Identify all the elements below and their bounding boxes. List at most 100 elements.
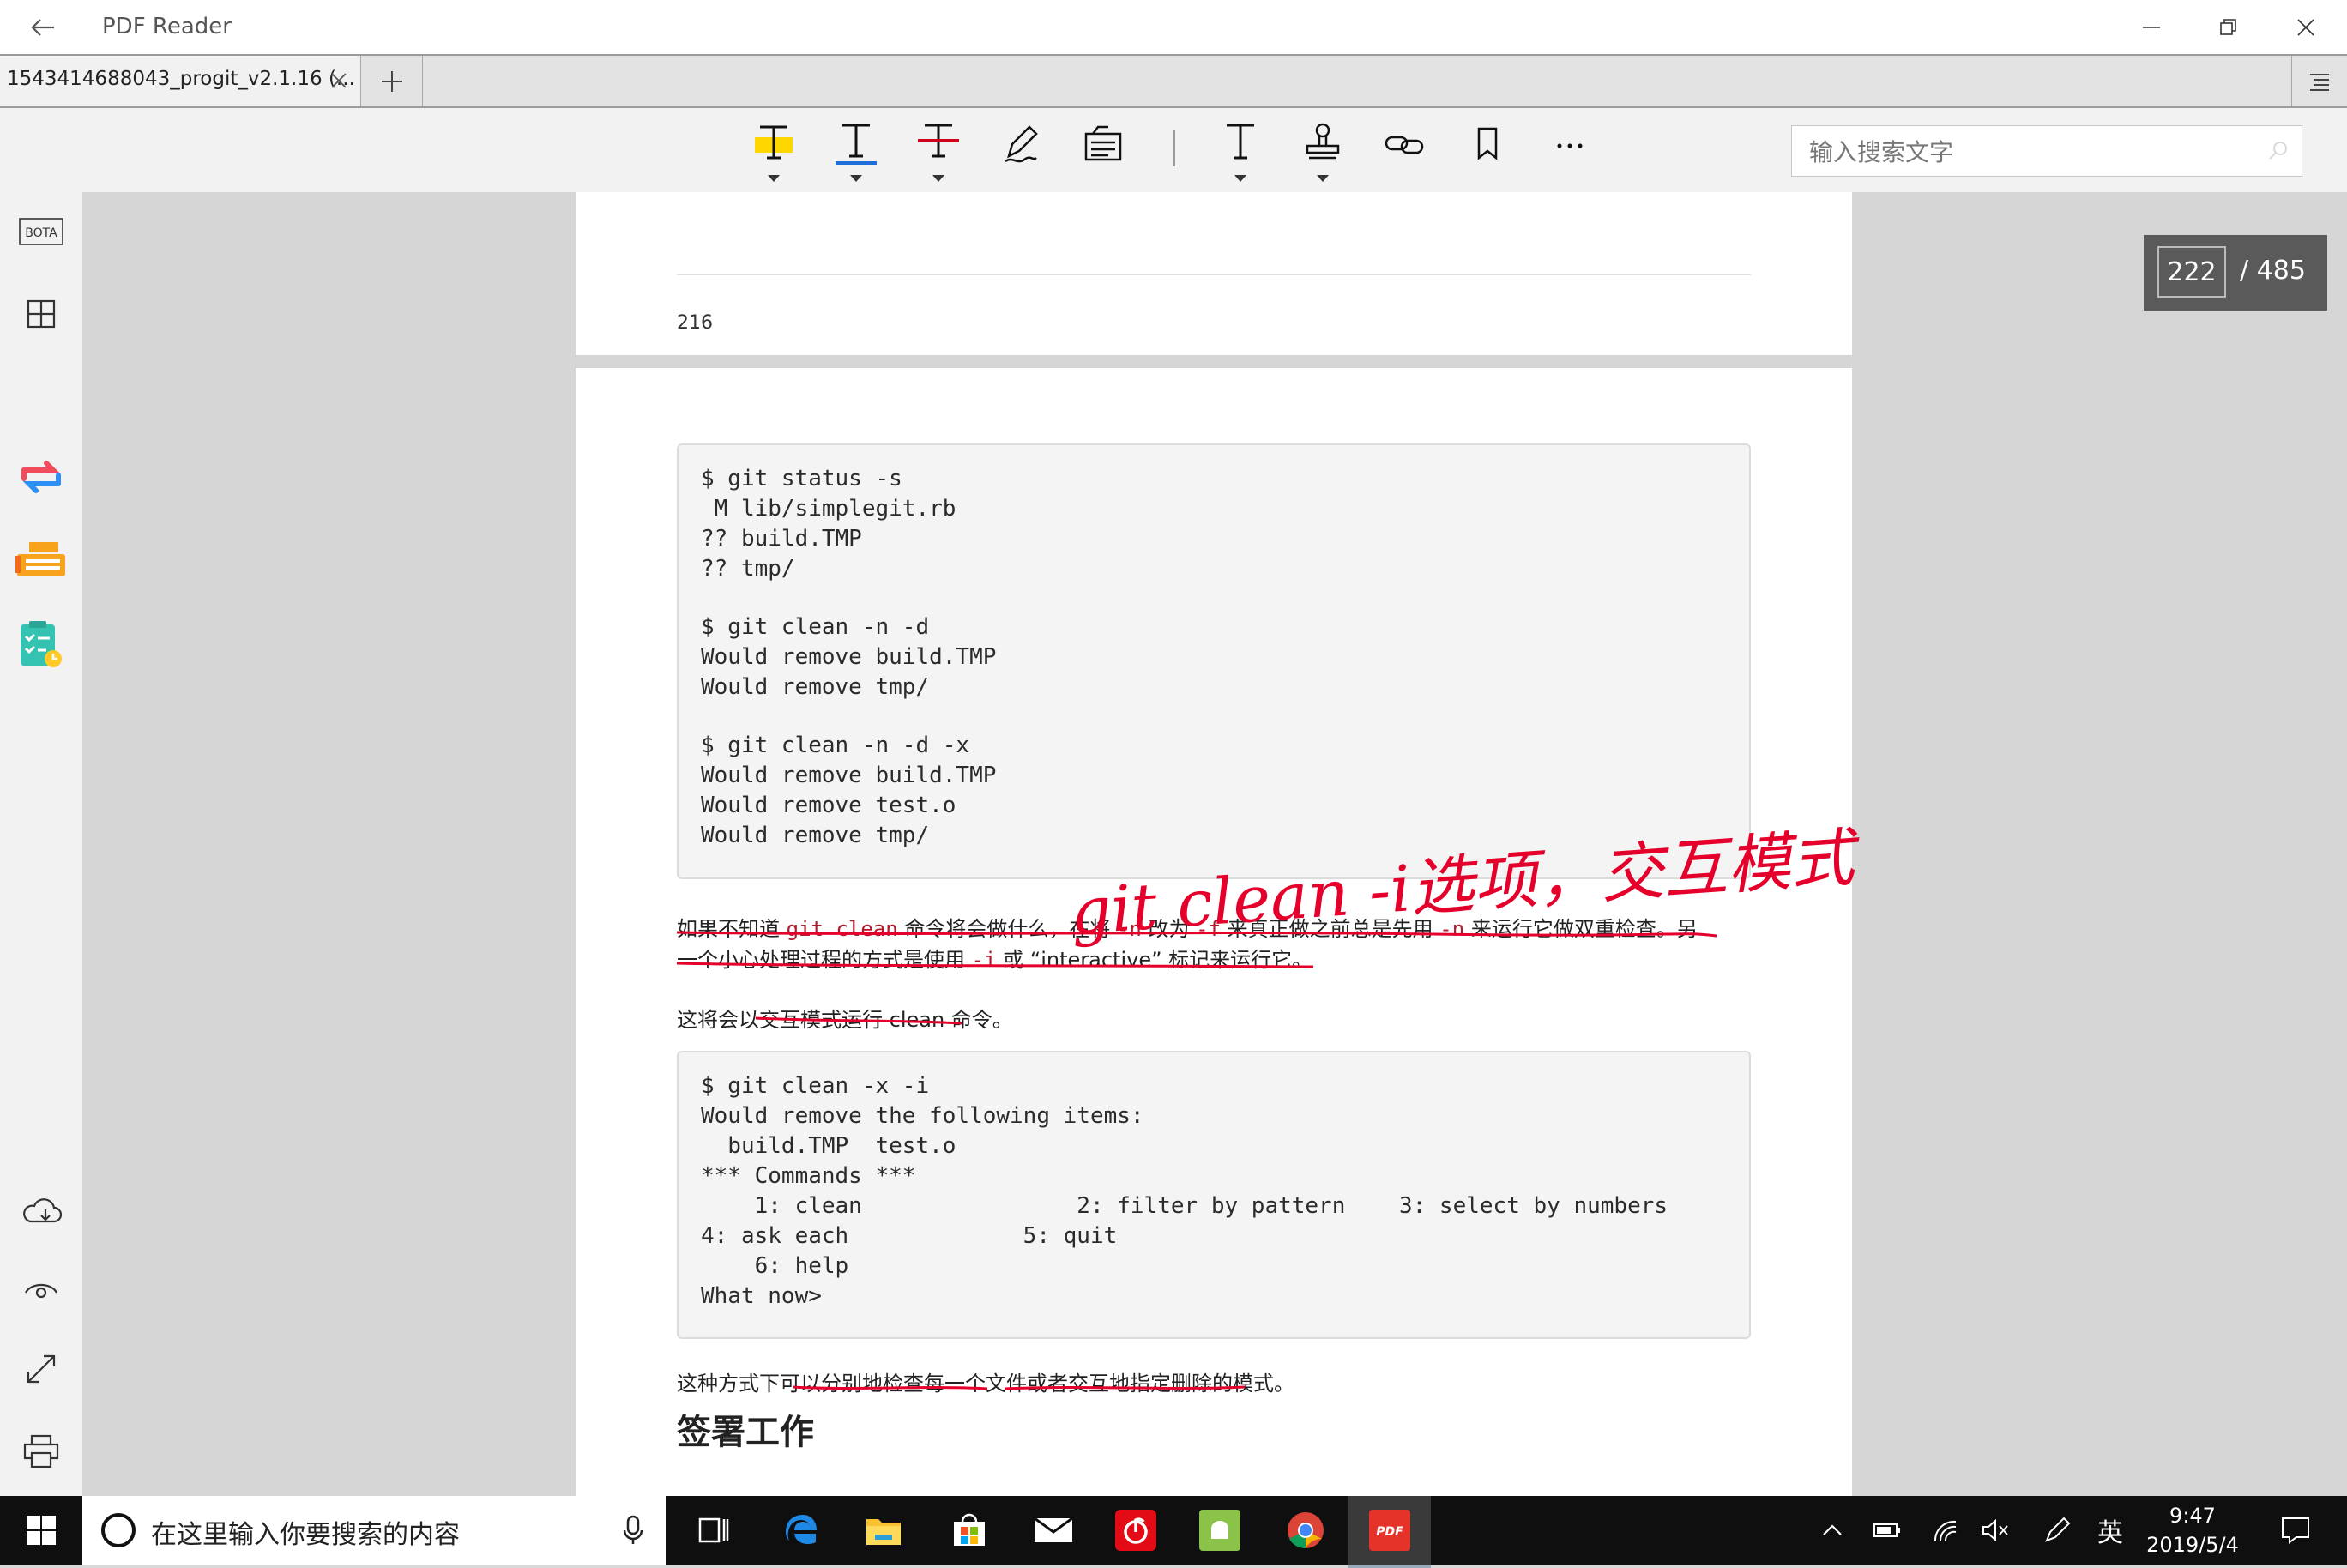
mail-app[interactable] (1012, 1496, 1095, 1565)
chevron-down-icon[interactable] (850, 175, 862, 182)
code-line: Would remove test.o (701, 793, 956, 818)
edge-app[interactable] (760, 1496, 842, 1565)
tab-document[interactable]: 1543414688043_progit_v2.1.16 (... (0, 56, 361, 106)
task-view-button[interactable] (673, 1496, 755, 1565)
page-number-input[interactable] (2157, 246, 2226, 298)
android-icon (1199, 1510, 1240, 1551)
more-icon (1557, 143, 1583, 148)
code-line: 6: help (701, 1253, 849, 1279)
minimize-icon (2143, 26, 2160, 28)
chevron-down-icon[interactable] (768, 175, 780, 182)
store-app[interactable] (928, 1496, 1011, 1565)
cloud-icon (23, 1198, 63, 1223)
pen-workspace-button[interactable] (2036, 1496, 2078, 1565)
taskbar-search[interactable]: 在这里输入你要搜索的内容 (82, 1496, 666, 1565)
netease-music-app[interactable] (1095, 1496, 1177, 1565)
note-tool[interactable] (1072, 115, 1134, 184)
file-explorer-app[interactable] (842, 1496, 925, 1565)
close-window-button[interactable] (2266, 0, 2345, 54)
tab-list-button[interactable] (2291, 56, 2347, 106)
battery-icon (1873, 1523, 1900, 1537)
bookmark-tool[interactable] (1457, 115, 1518, 184)
strikeout-tool[interactable] (908, 115, 969, 184)
code-line: 1: clean 2: filter by pattern 3: select … (701, 1193, 1668, 1219)
plus-icon (382, 70, 402, 92)
minimize-button[interactable] (2112, 0, 2191, 54)
cloud-button[interactable] (12, 1184, 70, 1239)
close-icon (331, 73, 347, 88)
pdf-reader-app[interactable]: PDF (1348, 1496, 1431, 1568)
fax-button[interactable] (12, 534, 70, 588)
fax-icon (15, 542, 65, 576)
code-line: ?? build.TMP (701, 526, 862, 552)
pen-tool[interactable] (990, 115, 1052, 184)
underline-tool[interactable] (825, 115, 887, 184)
print-button[interactable] (12, 1424, 70, 1479)
network-button[interactable] (1925, 1496, 1966, 1565)
paragraph: 这将会以交互模式运行 clean 命令。 (677, 1008, 1013, 1032)
page-footer-number: 216 (677, 312, 713, 334)
clock-date: 2019/5/4 (2146, 1533, 2239, 1557)
new-tab-button[interactable] (362, 56, 423, 106)
tab-document-label: 1543414688043_progit_v2.1.16 (... (7, 68, 355, 90)
page-counter: / 485 (2144, 235, 2327, 311)
pdf-reader-icon: PDF (1369, 1510, 1410, 1551)
close-icon (2297, 18, 2314, 36)
task-button[interactable] (12, 616, 70, 671)
mail-icon (1034, 1517, 1073, 1542)
more-tools-button[interactable] (1539, 115, 1601, 184)
stamp-tool[interactable] (1292, 115, 1354, 184)
underline-text-icon (836, 124, 877, 165)
volume-button[interactable] (1975, 1496, 2016, 1565)
clock[interactable]: 9:47 2019/5/4 (2133, 1501, 2253, 1559)
back-button[interactable] (17, 7, 69, 48)
cortana-icon (101, 1513, 136, 1547)
chevron-down-icon[interactable] (1317, 175, 1329, 182)
task-view-icon (698, 1517, 729, 1543)
chrome-app[interactable] (1264, 1496, 1347, 1565)
show-hidden-icons-button[interactable] (1815, 1496, 1849, 1565)
start-button[interactable] (0, 1496, 82, 1565)
search-icon[interactable] (2267, 140, 2290, 162)
text-icon (1227, 124, 1254, 160)
microphone-icon[interactable] (623, 1515, 643, 1546)
code-line: Would remove tmp/ (701, 674, 930, 700)
stamp-icon (1306, 123, 1340, 160)
android-app[interactable] (1179, 1496, 1261, 1565)
paragraph: 一个小心处理过程的方式是使用 -i 或 “interactive” 标记来运行它… (677, 948, 1313, 972)
tab-bar: 1543414688043_progit_v2.1.16 (... (0, 54, 2347, 108)
code-line: $ git clean -n -d (701, 614, 930, 640)
code-line: What now> (701, 1283, 822, 1309)
insert-text-tool[interactable] (1210, 115, 1271, 184)
highlight-tool[interactable] (743, 115, 805, 184)
edge-icon (786, 1515, 817, 1544)
fullscreen-button[interactable] (12, 1342, 70, 1396)
code-line: ?? tmp/ (701, 556, 795, 582)
restore-button[interactable] (2189, 0, 2268, 54)
left-sidebar: BOTA (0, 192, 83, 1496)
link-tool[interactable] (1374, 115, 1436, 184)
volume-muted-icon (1982, 1519, 2008, 1541)
thumbnails-icon (27, 299, 56, 329)
notification-icon (2282, 1517, 2309, 1544)
toolbar-separator (1174, 130, 1175, 166)
code-line: Would remove tmp/ (701, 823, 930, 848)
ime-indicator[interactable]: 英 (2091, 1496, 2129, 1565)
convert-button[interactable] (12, 449, 70, 504)
title-bar: PDF Reader (0, 0, 2347, 54)
bota-button[interactable]: BOTA (12, 204, 70, 259)
thumbnails-button[interactable] (12, 286, 70, 341)
chevron-down-icon[interactable] (932, 175, 944, 182)
taskbar-search-text: 在这里输入你要搜索的内容 (151, 1520, 460, 1550)
chevron-down-icon[interactable] (1234, 175, 1246, 182)
read-mode-button[interactable] (12, 1261, 70, 1316)
note-icon (1084, 125, 1122, 161)
code-line: M lib/simplegit.rb (701, 496, 956, 522)
search-input[interactable] (1792, 126, 2274, 178)
battery-button[interactable] (1867, 1496, 1908, 1565)
code-line: $ git clean -x -i (701, 1073, 930, 1099)
code-line: Would remove build.TMP (701, 644, 997, 670)
close-tab-button[interactable] (321, 63, 357, 99)
action-center-button[interactable] (2265, 1496, 2326, 1565)
document-viewport[interactable]: 216 $ git status -s M lib/simplegit.rb ?… (83, 192, 2347, 1496)
